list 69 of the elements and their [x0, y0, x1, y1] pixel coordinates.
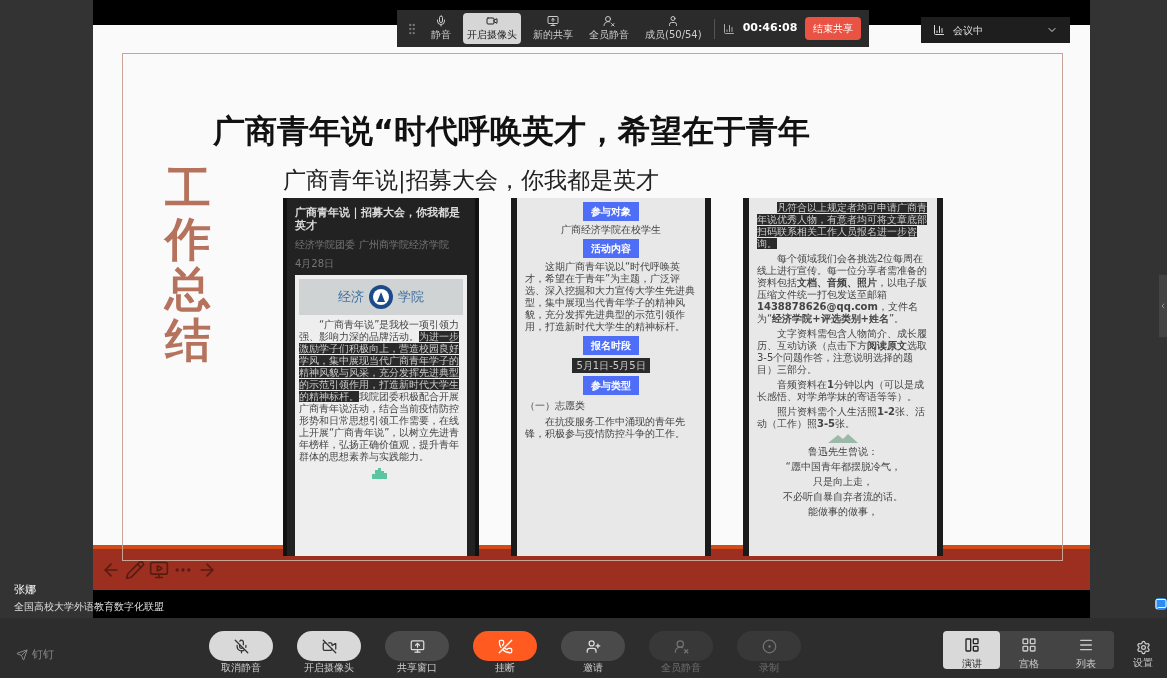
- chat-icon[interactable]: [1155, 598, 1167, 610]
- toolbar-button[interactable]: 静音: [427, 13, 455, 44]
- layout-tab[interactable]: 宫格: [1000, 631, 1057, 669]
- screen-share-icon: [409, 638, 425, 654]
- article-paragraph: 照片资料需个人生活照1-2张、活动（工作）照3-5张。: [757, 405, 927, 430]
- side-label: 工作总结: [165, 163, 211, 366]
- article-meta: 4月28日: [295, 257, 335, 271]
- screen-icon[interactable]: [149, 559, 169, 580]
- layout-speaker-icon: [963, 637, 980, 653]
- centered-text: 能做事的做事，: [807, 505, 879, 518]
- slide-subtitle: 广商青年说|招募大会，你我都是英才: [283, 166, 660, 196]
- emblem-icon: [368, 284, 394, 310]
- person-icon: [667, 15, 680, 27]
- article-paragraph: 凡符合以上规定者均可申请广商青年说优秀人物，有意者均可将文章底部扫码联系相关工作人员报名进一步咨询。: [757, 201, 928, 250]
- article-paragraph: 文字资料需包含人物简介、成长履历、互动访谈（点击下方阅读原文选取3-5个问题作答，注意说明选择的题目）三部分。: [757, 327, 928, 376]
- centered-text: “愿中国青年都摆脱冷气，: [784, 460, 902, 473]
- section-heading: 参与对象: [583, 201, 639, 221]
- article-paragraph: “广商青年说”是我校一项引领力强、影响力深的品牌活动。为进一步激励学子们积极向上，营造校园良好学风，集中展现当代广商青年学子的精神风貌与风采，充分发挥先进典型的示范引领作用，打造新时代大学生的精神标杆。我院团委积极配合开展广商青年说活动，结合当前疫情防控形势和日常思想引领工作需要，在线上开展“广商青年说”，以树立先进青年榜样，弘扬正确价值观，提升青年群体的思想素养与实践能力。: [299, 319, 461, 463]
- grid-icon: [1020, 637, 1037, 653]
- screen-share-icon: [547, 15, 559, 27]
- category-label: （一）志愿类: [525, 398, 586, 413]
- article-meta: 广州商学院经济学院: [359, 238, 449, 252]
- chevron-left-icon: [1159, 301, 1167, 311]
- city-icon: [372, 467, 390, 479]
- slide-title: 广商青年说“时代呼唤英才，希望在于青年: [212, 111, 812, 152]
- toolbar-button[interactable]: 新的共享: [529, 13, 577, 44]
- microphone-icon: [435, 15, 447, 27]
- date-range: 5月1日-5月5日: [572, 357, 650, 373]
- end-share-button[interactable]: 结束共享: [805, 17, 862, 40]
- app-name: 钉钉: [32, 647, 54, 663]
- record-icon: [761, 638, 777, 654]
- centered-text: 只是向上走，: [812, 475, 874, 488]
- article-title: 广商青年说｜招募大会，你我都是英才: [295, 205, 461, 233]
- centered-text: 不必听自暴自弃者流的话。: [782, 490, 904, 503]
- signal-icon: [722, 22, 735, 35]
- bar-chart-icon: [933, 24, 945, 36]
- toolbar-button[interactable]: 全员静音: [585, 13, 633, 44]
- speaker-name: 张娜: [14, 582, 37, 598]
- toolbar-button[interactable]: 成员(50/54): [641, 13, 706, 44]
- mountain-icon: [828, 432, 858, 443]
- speaker-organization: 全国高校大学外语教育数字化联盟: [14, 599, 164, 614]
- microphone-muted-icon: [233, 638, 249, 654]
- person-mute-icon: [673, 638, 689, 654]
- article-paragraph: 在抗疫服务工作中涌现的青年先锋，积极参与疫情防控斗争的工作。: [525, 415, 686, 440]
- layout-tab[interactable]: 演讲: [943, 631, 1000, 669]
- meeting-timer: 00:46:08: [742, 20, 798, 37]
- section-heading: 活动内容: [583, 238, 639, 258]
- person-mute-icon: [603, 15, 615, 27]
- pen-icon[interactable]: [125, 559, 145, 580]
- article-paragraph: 每个领域我们会各挑选2位每周在线上进行宣传。每一位分享者需准备的资料包括文档、音频、照片，以电子版压缩文件统一打包发送至邮箱1438878626@qq.com，文件名为“经济学院+评选类别+姓名”。: [757, 252, 928, 325]
- camera-off-icon: [321, 638, 337, 654]
- centered-text: 鲁迅先生曾说：: [807, 445, 879, 458]
- banner-image: 经济 学院: [299, 279, 463, 315]
- settings-button[interactable]: 设置: [1133, 640, 1153, 668]
- list-icon: [1077, 637, 1094, 653]
- article-paragraph: 这期广商青年说以“时代呼唤英才，希望在于青年”为主题，广泛评选、深入挖掘和大力宣传大学生先进典型，集中展现当代青年学子的精神风貌，充分发挥先进典型的示范引领作用，打造新时代大学生的精神标杆。: [525, 260, 696, 333]
- centered-text: 广商经济学院在校学生: [560, 223, 662, 236]
- article-paragraph: 音频资料在1分钟以内（可以是成长感悟、对学弟学妹的寄语等等）。: [757, 378, 925, 403]
- layout-tab[interactable]: 列表: [1057, 631, 1114, 669]
- settings-icon: [1135, 640, 1151, 655]
- section-heading: 参与类型: [583, 375, 639, 395]
- toolbar-button[interactable]: 开启摄像头: [463, 13, 521, 44]
- article-meta: 经济学院团委: [295, 238, 355, 252]
- section-heading: 报名时段: [583, 335, 639, 355]
- status-dropdown[interactable]: 会议中: [921, 17, 1070, 43]
- app-logo-icon: [16, 649, 28, 662]
- phone-icon: [497, 638, 513, 654]
- add-person-icon: [585, 638, 601, 654]
- camera-icon: [486, 15, 498, 27]
